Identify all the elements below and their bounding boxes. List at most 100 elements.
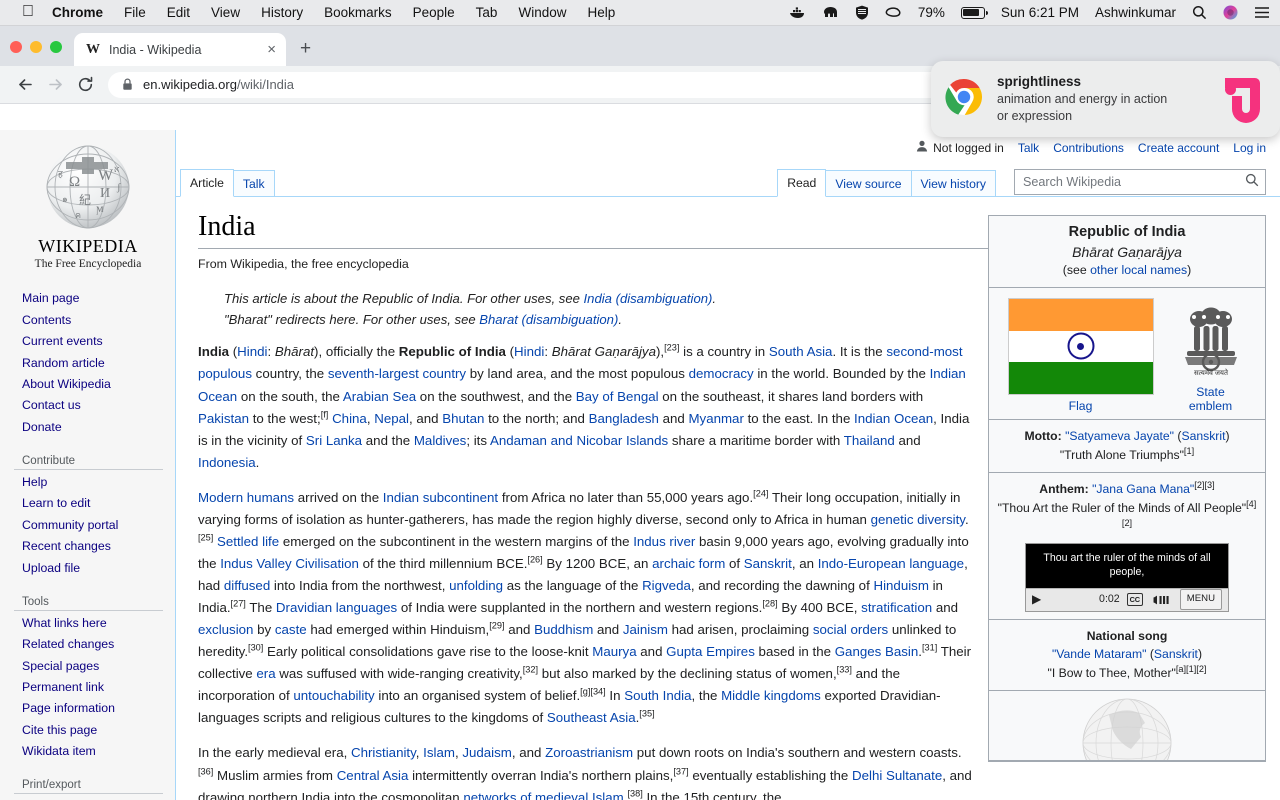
sidebar-item-recent-changes[interactable]: Recent changes [14, 536, 175, 557]
article-link[interactable]: Buddhism [534, 622, 593, 637]
volume-icon[interactable] [1150, 594, 1171, 606]
anthem-refs[interactable]: [2][3] [1194, 480, 1214, 490]
clock[interactable]: Sun 6:21 PM [1001, 5, 1079, 20]
article-link[interactable]: diffused [224, 578, 270, 593]
reference-marker[interactable]: [28] [762, 599, 777, 609]
article-link[interactable]: Maurya [592, 644, 636, 659]
article-link[interactable]: Middle kingdoms [721, 688, 821, 703]
article-link[interactable]: Settled life [217, 534, 279, 549]
national-song-language-link[interactable]: Sanskrit [1154, 647, 1198, 661]
reference-marker[interactable]: [23] [664, 343, 679, 353]
article-link[interactable]: Hindi [514, 344, 544, 359]
wikipedia-logo[interactable]: W Ω И 紀 ϻ ह א ʃ ๑ ค WIKIPEDIA The Free E… [0, 134, 176, 274]
article-link[interactable]: democracy [689, 366, 754, 381]
sidebar-item-special-pages[interactable]: Special pages [14, 655, 175, 676]
article-link[interactable]: Ganges Basin [835, 644, 919, 659]
reload-button[interactable] [70, 70, 100, 100]
close-window-button[interactable] [10, 41, 22, 53]
chrome-notification-toast[interactable]: sprightliness animation and energy in ac… [931, 61, 1280, 137]
article-link[interactable]: Indian Ocean [854, 411, 933, 426]
article-link[interactable]: Indian subcontinent [383, 490, 498, 505]
article-link[interactable]: social orders [813, 622, 888, 637]
article-link[interactable]: Judaism [462, 745, 512, 760]
article-link[interactable]: Zoroastrianism [545, 745, 633, 760]
closed-captions-button[interactable]: CC [1126, 592, 1143, 607]
maximize-window-button[interactable] [50, 41, 62, 53]
reference-marker[interactable]: [30] [248, 643, 263, 653]
menu-item-edit[interactable]: Edit [167, 5, 190, 20]
search-icon[interactable] [1245, 173, 1259, 192]
sidebar-item-help[interactable]: Help [14, 472, 175, 493]
siri-icon[interactable] [1223, 5, 1238, 20]
menu-item-people[interactable]: People [413, 5, 455, 20]
article-link[interactable]: seventh-largest country [328, 366, 466, 381]
wikipedia-search-box[interactable] [1014, 169, 1266, 195]
reference-marker[interactable]: [26] [527, 555, 542, 565]
article-link[interactable]: Hinduism [873, 578, 928, 593]
sidebar-item-permanent-link[interactable]: Permanent link [14, 677, 175, 698]
docker-whale-icon[interactable] [789, 6, 806, 20]
article-link[interactable]: South India [624, 688, 691, 703]
menu-item-window[interactable]: Window [518, 5, 566, 20]
hatnote-2-link[interactable]: Bharat (disambiguation) [479, 312, 618, 327]
article-link[interactable]: Hindi [237, 344, 267, 359]
browser-tab-india-wikipedia[interactable]: W India - Wikipedia × [74, 33, 286, 66]
anthem-video-player[interactable]: Thou art the ruler of the minds of all p… [1025, 542, 1229, 612]
article-link[interactable]: South Asia [769, 344, 833, 359]
sidebar-item-random-article[interactable]: Random article [14, 352, 175, 373]
anthem-link[interactable]: "Jana Gana Mana" [1092, 482, 1194, 496]
article-link[interactable]: Indus river [633, 534, 695, 549]
reference-marker[interactable]: [33] [837, 665, 852, 675]
reference-marker[interactable]: [29] [489, 621, 504, 631]
article-link[interactable]: Indus Valley Civilisation [220, 556, 359, 571]
article-link[interactable]: Christianity [351, 745, 416, 760]
article-link[interactable]: Indo-European language [818, 556, 964, 571]
article-link[interactable]: Thailand [844, 433, 895, 448]
article-link[interactable]: Pakistan [198, 411, 249, 426]
sidebar-item-learn-to-edit[interactable]: Learn to edit [14, 493, 175, 514]
sidebar-item-donate[interactable]: Donate [14, 416, 175, 437]
menu-item-tab[interactable]: Tab [476, 5, 498, 20]
article-link[interactable]: Arabian Sea [343, 389, 416, 404]
reference-marker[interactable]: [27] [231, 599, 246, 609]
sidebar-item-cite-this-page[interactable]: Cite this page [14, 719, 175, 740]
tab-talk[interactable]: Talk [232, 169, 275, 197]
article-link[interactable]: networks of medieval Islam [463, 790, 623, 800]
reference-marker[interactable]: [31] [922, 643, 937, 653]
other-local-names-link[interactable]: other local names [1090, 263, 1187, 277]
article-link[interactable]: exclusion [198, 622, 253, 637]
article-link[interactable]: Gupta Empires [666, 644, 755, 659]
loop-icon[interactable] [885, 6, 902, 19]
forward-button[interactable] [40, 70, 70, 100]
menu-item-file[interactable]: File [124, 5, 146, 20]
reference-marker[interactable]: [25] [198, 532, 213, 542]
personal-link-create-account[interactable]: Create account [1138, 141, 1219, 155]
personal-link-contributions[interactable]: Contributions [1053, 141, 1124, 155]
menu-item-chrome[interactable]: Chrome [52, 5, 103, 20]
tab-article[interactable]: Article [180, 168, 234, 197]
tab-read[interactable]: Read [777, 168, 827, 197]
sidebar-item-download-as-pdf[interactable]: Download as PDF [14, 796, 175, 800]
article-link[interactable]: Modern humans [198, 490, 294, 505]
menu-item-view[interactable]: View [211, 5, 240, 20]
article-link[interactable]: Southeast Asia [547, 710, 636, 725]
menu-item-bookmarks[interactable]: Bookmarks [324, 5, 392, 20]
lock-icon[interactable] [122, 78, 133, 91]
sidebar-item-upload-file[interactable]: Upload file [14, 557, 175, 578]
state-emblem-label[interactable]: State emblem [1175, 385, 1247, 413]
sidebar-item-main-page[interactable]: Main page [14, 288, 175, 309]
menu-item-help[interactable]: Help [587, 5, 615, 20]
article-link[interactable]: China [332, 411, 367, 426]
elephant-icon[interactable] [822, 6, 839, 20]
article-link[interactable]: Bangladesh [589, 411, 659, 426]
article-link[interactable]: Maldives [414, 433, 466, 448]
national-song-link[interactable]: "Vande Mataram" [1052, 647, 1146, 661]
motto-language-link[interactable]: Sanskrit [1181, 429, 1225, 443]
sidebar-item-community-portal[interactable]: Community portal [14, 514, 175, 535]
article-link[interactable]: unfolding [449, 578, 503, 593]
menu-item-history[interactable]: History [261, 5, 303, 20]
reference-marker[interactable]: [32] [523, 665, 538, 675]
article-link[interactable]: Central Asia [337, 768, 409, 783]
article-link[interactable]: Myanmar [688, 411, 743, 426]
tab-view-history[interactable]: View history [910, 169, 996, 197]
